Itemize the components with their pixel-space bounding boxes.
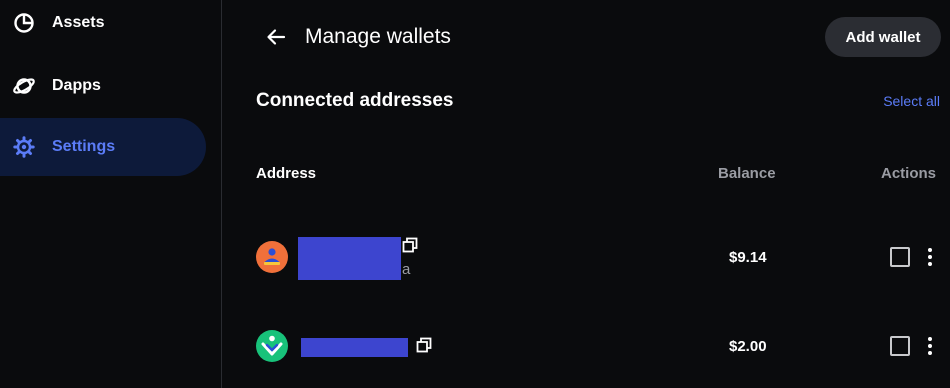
more-options-icon[interactable]: [923, 245, 937, 269]
page-title: Manage wallets: [305, 25, 451, 48]
app-root: Assets Dapps Settings Manage wallets Add…: [0, 0, 950, 388]
wallet-balance: $2.00: [729, 338, 767, 355]
add-wallet-button[interactable]: Add wallet: [825, 17, 941, 57]
column-header-actions: Actions: [881, 165, 937, 182]
row-checkbox[interactable]: [890, 247, 910, 267]
wallet-avatar: [256, 241, 288, 273]
copy-icon[interactable]: [416, 337, 432, 353]
sidebar-item-label: Dapps: [52, 77, 101, 94]
table-row: a $9.14: [223, 227, 950, 287]
section-title: Connected addresses: [256, 90, 454, 111]
sidebar-item-label: Assets: [52, 14, 105, 31]
main-content: Manage wallets Add wallet Connected addr…: [223, 0, 950, 388]
wallet-avatar-icon: [256, 241, 288, 273]
wallet-avatar: [256, 330, 288, 362]
back-button[interactable]: [263, 24, 289, 50]
redacted-address: [301, 338, 408, 357]
sidebar-item-assets[interactable]: Assets: [0, 0, 206, 52]
sidebar-item-label: Settings: [52, 138, 116, 155]
select-all-link[interactable]: Select all: [883, 93, 940, 109]
sidebar-item-settings[interactable]: Settings: [0, 118, 206, 176]
column-header-balance: Balance: [718, 165, 776, 182]
column-header-address: Address: [256, 165, 317, 182]
more-options-icon[interactable]: [923, 334, 937, 358]
address-text: a: [402, 261, 411, 278]
arrow-left-icon: [267, 29, 286, 45]
planet-icon: [12, 74, 36, 98]
gear-icon: [12, 135, 36, 159]
pie-chart-icon: [12, 11, 36, 35]
wallet-balance: $9.14: [729, 249, 767, 266]
wallet-avatar-icon: [256, 330, 288, 362]
table-row: $2.00: [223, 318, 950, 378]
row-checkbox[interactable]: [890, 336, 910, 356]
copy-icon[interactable]: [402, 237, 418, 253]
sidebar-item-dapps[interactable]: Dapps: [0, 57, 206, 115]
redacted-address: [298, 237, 401, 280]
sidebar: Assets Dapps Settings: [0, 0, 222, 388]
